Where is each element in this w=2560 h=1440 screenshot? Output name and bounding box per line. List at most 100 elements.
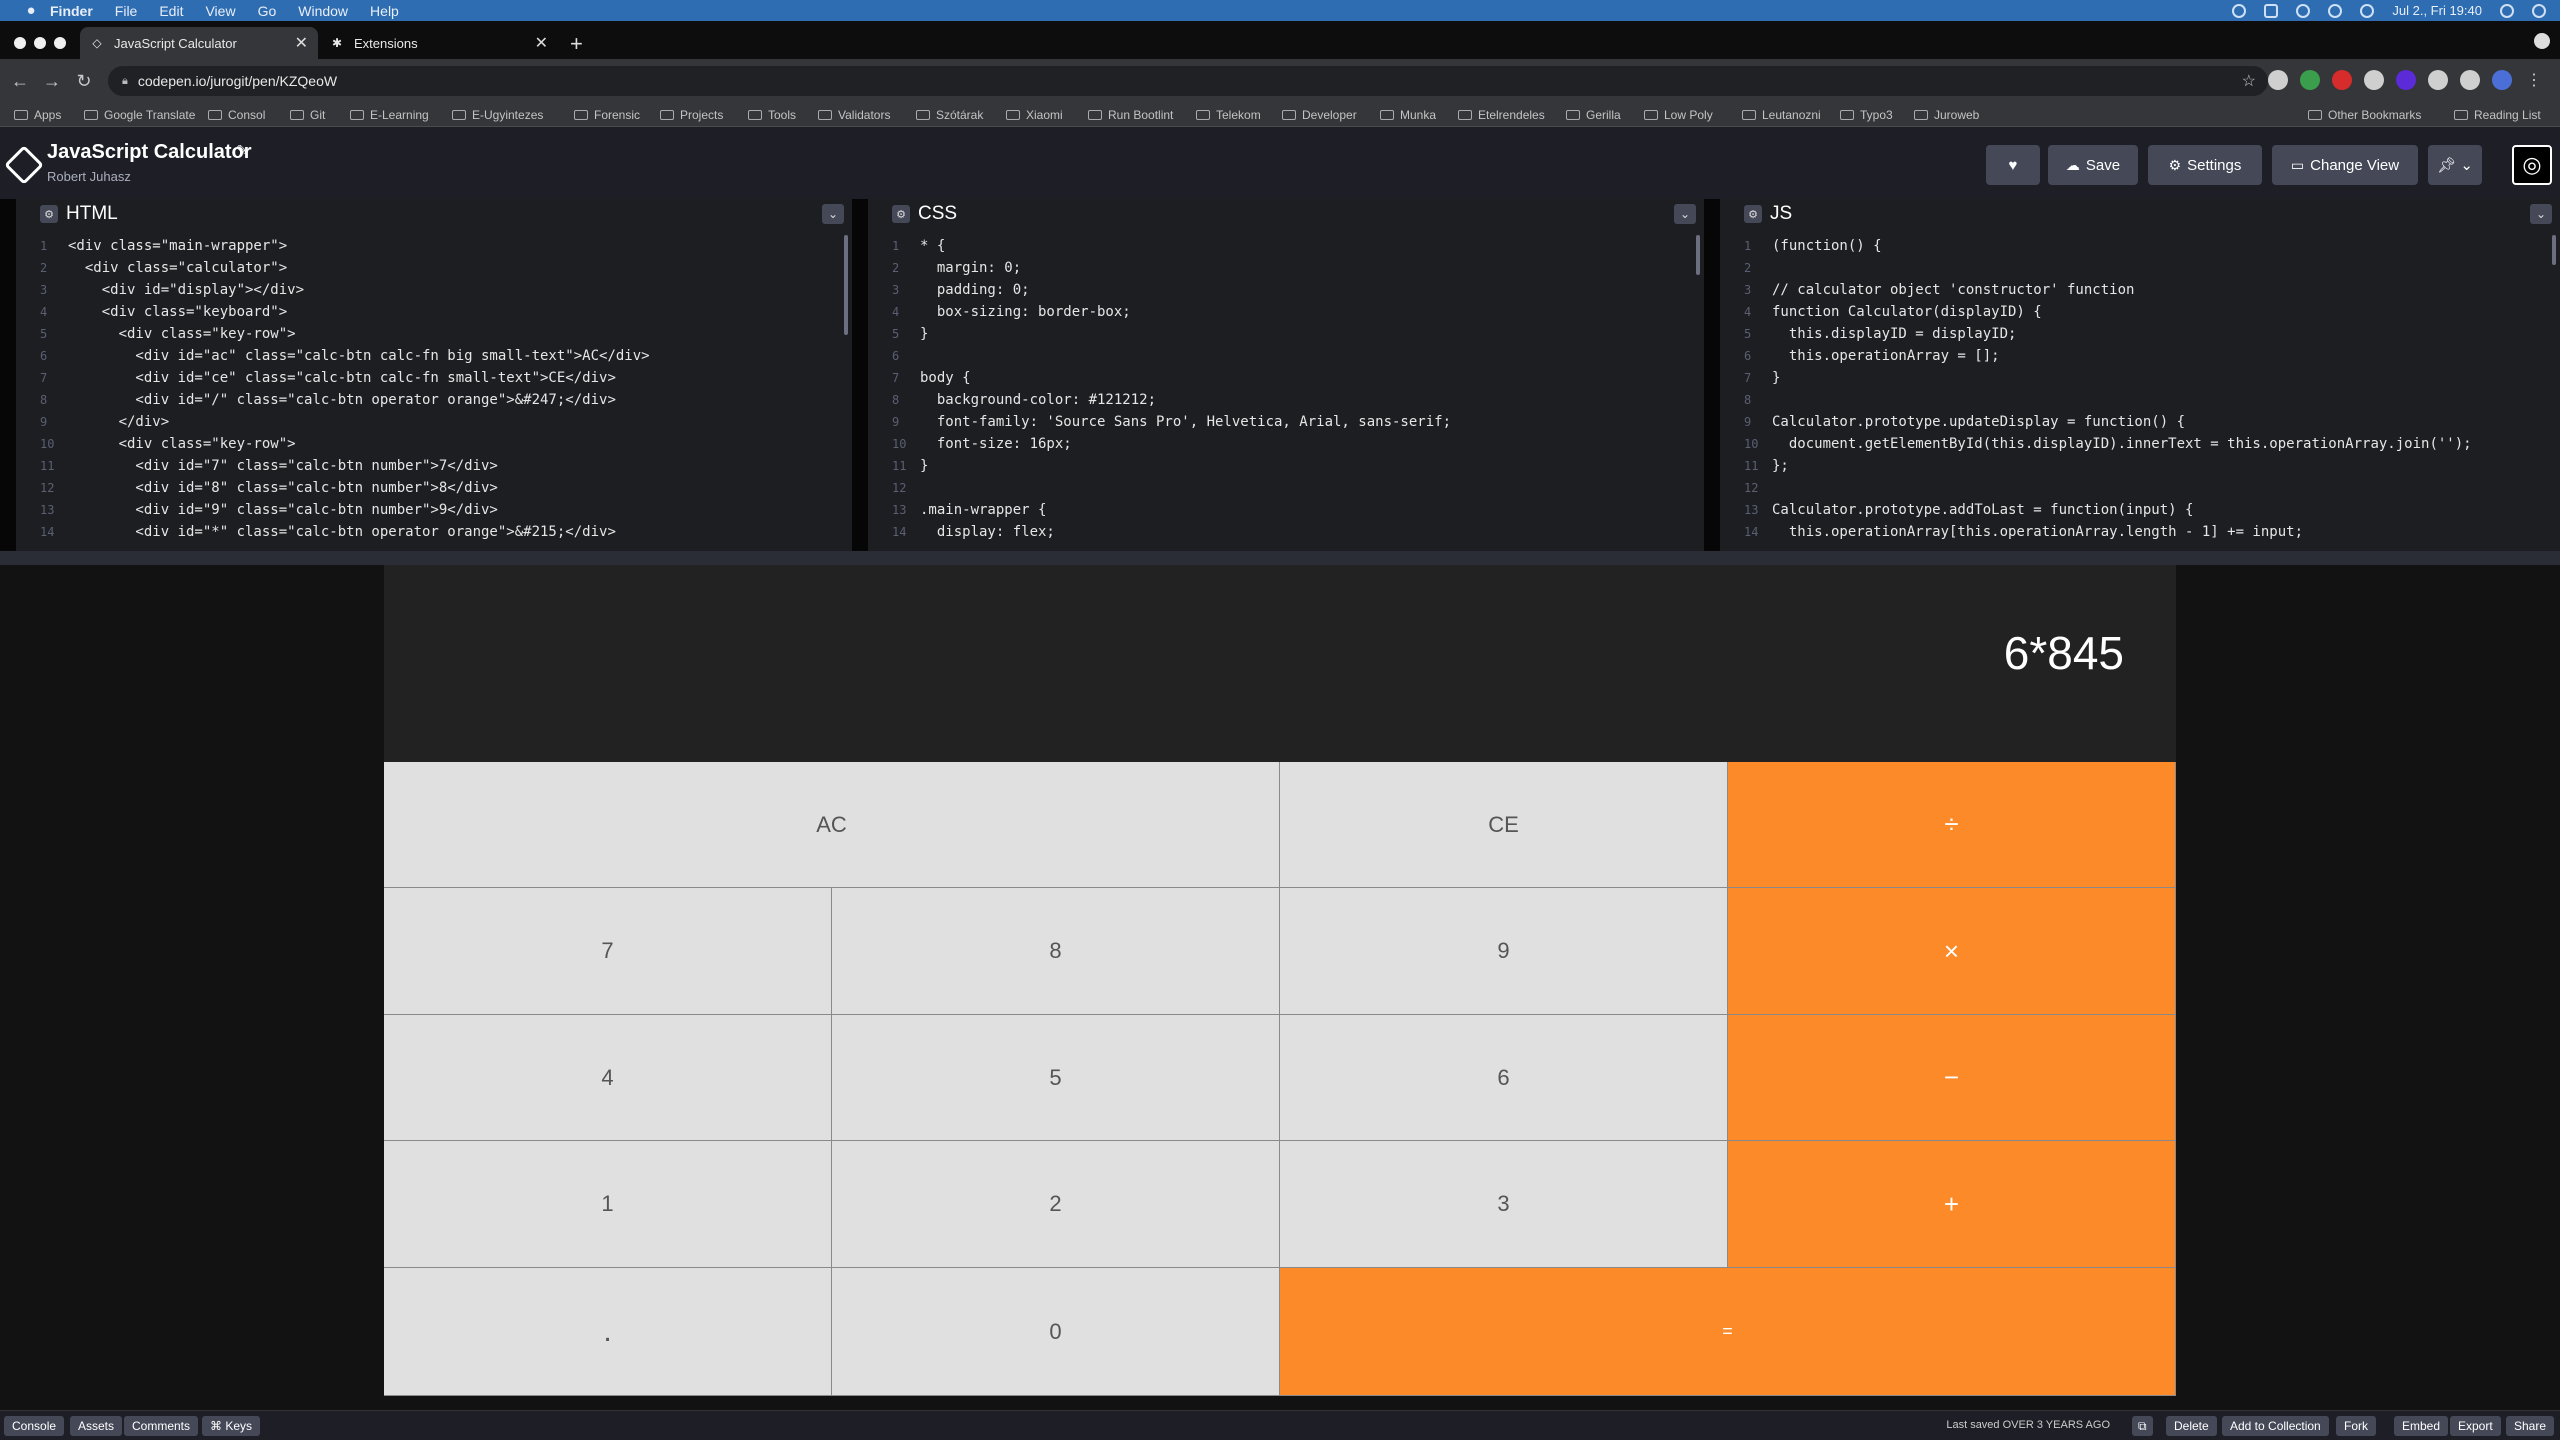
heart-button[interactable]: ♥ bbox=[1986, 145, 2040, 185]
tab-extensions[interactable]: ✱ Extensions ✕ bbox=[320, 27, 558, 59]
code-line[interactable]: 9 Calculator.prototype.updateDisplay = fu… bbox=[1720, 411, 2560, 433]
code-line[interactable]: 1 (function() { bbox=[1720, 235, 2560, 257]
equals-button[interactable]: = bbox=[1280, 1268, 2176, 1396]
gear-icon[interactable]: ⚙ bbox=[892, 205, 910, 223]
reading-list[interactable]: Reading List bbox=[2454, 108, 2541, 122]
code-line[interactable]: 9 </div> bbox=[16, 411, 852, 433]
pen-title[interactable]: JavaScript Calculator bbox=[47, 141, 252, 164]
add-to-collection-button[interactable]: Add to Collection bbox=[2222, 1416, 2329, 1436]
tab-javascript-calculator[interactable]: ◇ JavaScript Calculator ✕ bbox=[80, 27, 318, 59]
code-line[interactable]: 1 <div class="main-wrapper"> bbox=[16, 235, 852, 257]
code-line[interactable]: 11 <div id="7" class="calc-btn number">7… bbox=[16, 455, 852, 477]
status-icon[interactable] bbox=[2264, 3, 2279, 18]
code-line[interactable]: 3 // calculator object 'constructor' func… bbox=[1720, 279, 2560, 301]
chevron-down-icon[interactable]: ⌄ bbox=[822, 204, 844, 224]
code-line[interactable]: 12 bbox=[1720, 477, 2560, 499]
bookmark-item[interactable]: Consol bbox=[208, 108, 265, 122]
keys-button[interactable]: ⌘ Keys bbox=[202, 1416, 261, 1436]
apple-icon[interactable]: ● bbox=[22, 2, 40, 20]
code-line[interactable]: 6 this.operationArray = []; bbox=[1720, 345, 2560, 367]
code-line[interactable]: 4 function Calculator(displayID) { bbox=[1720, 301, 2560, 323]
search-icon[interactable] bbox=[2500, 3, 2514, 18]
code-line[interactable]: 10 document.getElementById(this.displayI… bbox=[1720, 433, 2560, 455]
bookmark-item[interactable]: Juroweb bbox=[1914, 108, 1979, 122]
four-button[interactable]: 4 bbox=[384, 1015, 832, 1141]
code-line[interactable]: 2 <div class="calculator"> bbox=[16, 257, 852, 279]
gear-icon[interactable]: ⚙ bbox=[1744, 205, 1762, 223]
three-button[interactable]: 3 bbox=[1280, 1141, 1728, 1268]
bookmark-item[interactable]: Forensic bbox=[574, 108, 640, 122]
code-line[interactable]: 11} bbox=[868, 455, 1704, 477]
bookmark-item[interactable]: Telekom bbox=[1196, 108, 1261, 122]
bookmark-star-icon[interactable]: ☆ bbox=[2242, 71, 2256, 91]
code-line[interactable]: 11}; bbox=[1720, 455, 2560, 477]
external-link-icon[interactable]: ⧉ bbox=[2132, 1416, 2153, 1436]
bookmark-item[interactable]: Szótárak bbox=[916, 108, 983, 122]
scrollbar[interactable] bbox=[1696, 235, 1700, 275]
extension-icon[interactable] bbox=[2300, 70, 2320, 90]
close-icon[interactable]: ✕ bbox=[535, 33, 548, 53]
bookmark-item[interactable]: Validators bbox=[818, 108, 890, 122]
code-line[interactable]: 4 box-sizing: border-box; bbox=[868, 301, 1704, 323]
extension-icon[interactable] bbox=[2268, 70, 2288, 90]
menu-view[interactable]: View bbox=[205, 3, 235, 19]
code-line[interactable]: 13 .main-wrapper { bbox=[868, 499, 1704, 521]
bookmark-item[interactable]: Google Translate bbox=[84, 108, 195, 122]
bookmark-item[interactable]: E-Learning bbox=[350, 108, 429, 122]
zero-button[interactable]: 0 bbox=[832, 1268, 1280, 1396]
console-button[interactable]: Console bbox=[4, 1416, 65, 1436]
code-line[interactable]: 8 <div id="/" class="calc-btn operator o… bbox=[16, 389, 852, 411]
minus-button[interactable]: − bbox=[1728, 1015, 2176, 1141]
plus-button[interactable]: + bbox=[1728, 1141, 2176, 1268]
settings-button[interactable]: ⚙ Settings bbox=[2148, 145, 2262, 185]
code-line[interactable]: 9 font-family: 'Source Sans Pro', Helvet… bbox=[868, 411, 1704, 433]
menu-finder[interactable]: Finder bbox=[50, 3, 93, 19]
change-view-button[interactable]: ▭ Change View bbox=[2272, 145, 2418, 185]
extension-icon[interactable] bbox=[2364, 70, 2384, 90]
extension-icon[interactable] bbox=[2396, 70, 2416, 90]
pen-author[interactable]: Robert Juhasz bbox=[47, 169, 131, 184]
pencil-icon[interactable]: ✎ bbox=[236, 142, 248, 159]
code-line[interactable]: 7 body { bbox=[868, 367, 1704, 389]
wifi-icon[interactable] bbox=[2360, 3, 2375, 18]
menu-edit[interactable]: Edit bbox=[159, 3, 183, 19]
decimal-button[interactable]: . bbox=[384, 1268, 832, 1396]
back-icon[interactable]: ← bbox=[8, 69, 32, 93]
menu-help[interactable]: Help bbox=[370, 3, 399, 19]
lock-icon[interactable]: 🔒︎ bbox=[122, 75, 128, 88]
close-icon[interactable]: ✕ bbox=[295, 33, 308, 53]
code-line[interactable]: 10 <div class="key-row"> bbox=[16, 433, 852, 455]
window-zoom-button[interactable] bbox=[54, 37, 66, 49]
menu-go[interactable]: Go bbox=[258, 3, 277, 19]
window-minimize-button[interactable] bbox=[34, 37, 46, 49]
bookmark-item[interactable]: Git bbox=[290, 108, 325, 122]
code-line[interactable]: 3 padding: 0; bbox=[868, 279, 1704, 301]
menu-file[interactable]: File bbox=[115, 3, 138, 19]
code-line[interactable]: 8 background-color: #121212; bbox=[868, 389, 1704, 411]
chevron-down-icon[interactable]: ⌄ bbox=[2530, 204, 2552, 224]
comments-button[interactable]: Comments bbox=[124, 1416, 199, 1436]
kebab-menu-icon[interactable]: ⋮ bbox=[2524, 70, 2544, 90]
window-close-button[interactable] bbox=[14, 37, 26, 49]
code-line[interactable]: 2 bbox=[1720, 257, 2560, 279]
code-line[interactable]: 6 <div id="ac" class="calc-btn calc-fn b… bbox=[16, 345, 852, 367]
bookmark-item[interactable]: Munka bbox=[1380, 108, 1436, 122]
codepen-logo-icon[interactable] bbox=[4, 145, 44, 185]
extension-icon[interactable] bbox=[2428, 70, 2448, 90]
five-button[interactable]: 5 bbox=[832, 1015, 1280, 1141]
scrollbar[interactable] bbox=[2552, 235, 2556, 265]
bookmark-item[interactable]: E-Ugyintezes bbox=[452, 108, 543, 122]
code-line[interactable]: 5} bbox=[868, 323, 1704, 345]
gear-icon[interactable]: ⚙ bbox=[40, 205, 58, 223]
bookmark-item[interactable]: Apps bbox=[14, 108, 61, 122]
code-line[interactable]: 2 margin: 0; bbox=[868, 257, 1704, 279]
ac-button[interactable]: AC bbox=[384, 762, 1280, 888]
code-line[interactable]: 13 Calculator.prototype.addToLast = funct… bbox=[1720, 499, 2560, 521]
code-line[interactable]: 3 <div id="display"></div> bbox=[16, 279, 852, 301]
code-line[interactable]: 7} bbox=[1720, 367, 2560, 389]
other-bookmarks[interactable]: Other Bookmarks bbox=[2308, 108, 2421, 122]
reload-icon[interactable]: ↻ bbox=[72, 69, 96, 93]
js-code-area[interactable]: 1 (function() {2 3 // calculator object 'co… bbox=[1720, 235, 2560, 545]
code-line[interactable]: 13 <div id="9" class="calc-btn number">9… bbox=[16, 499, 852, 521]
chevron-down-icon[interactable]: ⌄ bbox=[1674, 204, 1696, 224]
